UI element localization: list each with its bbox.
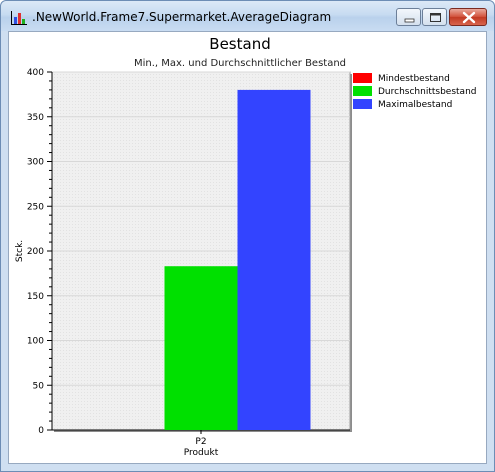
bar-chart: Bestand Min., Max. und Durchschnittliche… <box>15 35 476 458</box>
app-window: .NewWorld.Frame7.Supermarket.AverageDiag… <box>0 0 495 472</box>
legend-swatch <box>353 86 372 96</box>
y-tick-label: 200 <box>27 247 44 257</box>
legend-swatch <box>353 99 372 109</box>
title-bar[interactable]: .NewWorld.Frame7.Supermarket.AverageDiag… <box>1 1 494 31</box>
y-tick-label: 50 <box>33 381 45 391</box>
y-tick-label: 250 <box>27 202 44 212</box>
legend-swatch <box>353 73 372 83</box>
window-title: .NewWorld.Frame7.Supermarket.AverageDiag… <box>32 10 332 24</box>
chart-title: Bestand <box>209 35 270 53</box>
x-tick-label: P2 <box>195 437 206 447</box>
y-axis-label: Stck. <box>15 240 25 262</box>
legend-label: Mindestbestand <box>378 74 450 84</box>
bar-maximalbestand <box>237 89 311 431</box>
y-tick-label: 0 <box>38 426 44 436</box>
bar-durchschnittsbestand <box>164 266 238 430</box>
close-button[interactable] <box>449 8 487 26</box>
chart-area: Bestand Min., Max. und Durchschnittliche… <box>8 31 487 464</box>
maximize-button[interactable] <box>422 8 447 26</box>
legend-label: Maximalbestand <box>378 100 452 110</box>
close-icon <box>462 11 476 24</box>
x-axis-label: Produkt <box>184 448 219 458</box>
chart-subtitle: Min., Max. und Durchschnittlicher Bestan… <box>134 58 346 69</box>
legend-label: Durchschnittsbestand <box>378 87 476 97</box>
y-tick-label: 150 <box>27 292 44 302</box>
plot-area: 0 50 100 150 200 250 300 350 400 P2 <box>27 68 352 447</box>
y-tick-label: 300 <box>27 158 44 168</box>
y-tick-label: 100 <box>27 337 44 347</box>
minimize-button[interactable] <box>396 8 421 26</box>
y-tick-label: 350 <box>27 113 44 123</box>
y-tick-label: 400 <box>27 68 44 78</box>
maximize-icon <box>430 13 441 22</box>
bar-chart-icon <box>10 10 28 26</box>
chart-legend: Mindestbestand Durchschnittsbestand Maxima… <box>353 73 476 110</box>
minimize-icon <box>404 18 415 23</box>
